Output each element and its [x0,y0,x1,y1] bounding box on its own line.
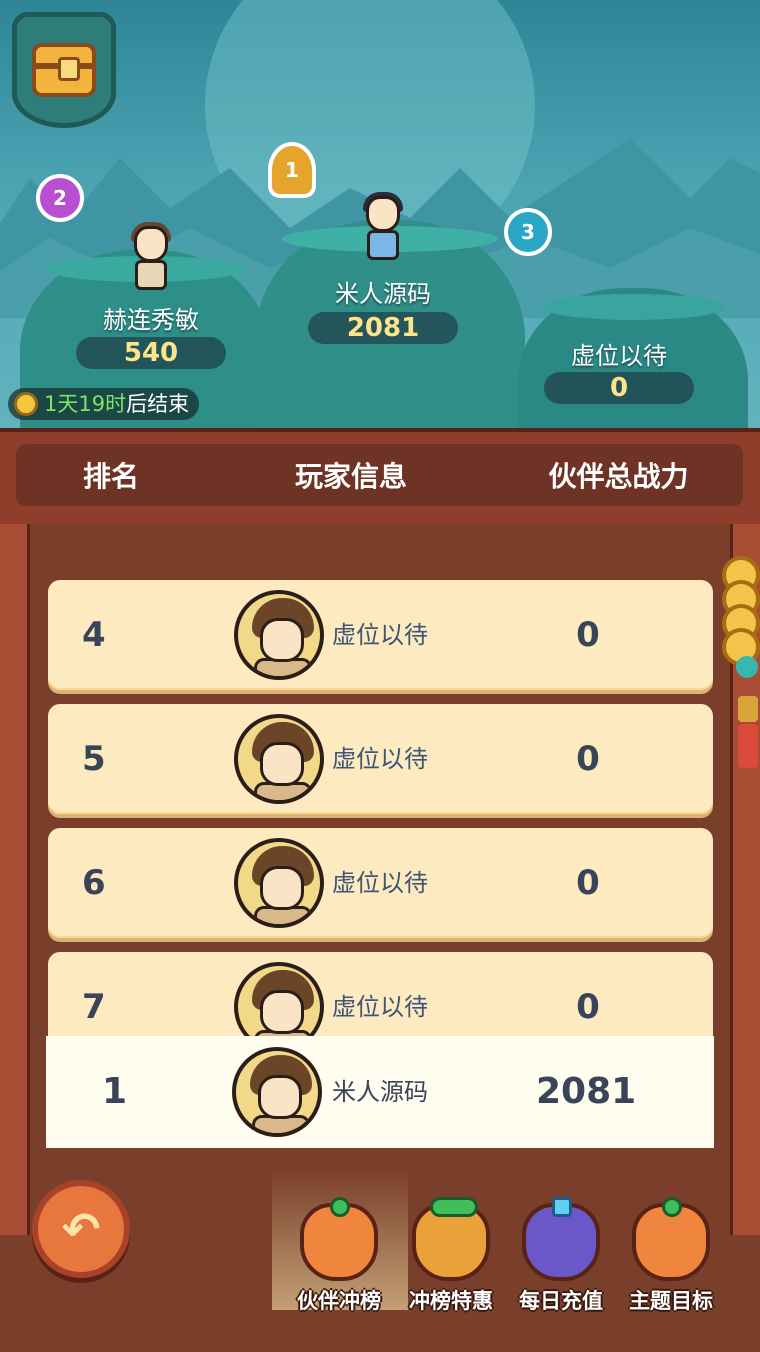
bag-icon [300,1197,378,1281]
tab-label: 伙伴冲榜 [297,1289,381,1313]
first-player-score: 2081 [308,312,458,344]
row-power: 0 [576,615,600,655]
row-player-name: 虚位以待 [332,869,428,897]
my-power: 2081 [536,1071,637,1112]
player-avatar [234,714,324,804]
tab-daily-recharge[interactable]: 每日充值 [506,1195,616,1320]
second-player-character [122,222,178,296]
row-player-name: 虚位以待 [332,745,428,773]
third-player-name: 虚位以待 [571,342,667,370]
rank-2-badge-icon: 2 [36,174,84,222]
tab-ranking-deals[interactable]: 冲榜特惠 [396,1195,506,1320]
tab-label: 冲榜特惠 [409,1289,493,1313]
board-frame-left [0,428,30,1248]
header-rank: 排名 [82,460,139,493]
treasure-chest-icon [32,43,96,97]
table-header: 排名 玩家信息 伙伴总战力 [0,428,760,524]
tab-label: 每日充值 [519,1289,603,1313]
my-avatar [232,1047,322,1137]
header-player-info: 玩家信息 [294,460,407,493]
second-player-name: 赫连秀敏 [103,306,199,334]
row-power: 0 [576,863,600,903]
row-player-name: 虚位以待 [332,621,428,649]
my-rank: 1 [102,1071,128,1112]
ranking-row[interactable]: 4 虚位以待 0 [48,580,713,690]
coin-string-decoration [720,556,760,776]
row-power: 0 [576,739,600,779]
header-total-power: 伙伴总战力 [548,460,689,493]
second-player-score: 540 [76,337,226,369]
back-button[interactable]: ↶ [32,1180,130,1278]
event-countdown: 1天19时后结束 [8,388,200,420]
back-arrow-icon: ↶ [61,1202,101,1256]
row-rank: 6 [82,863,106,903]
first-player-character [354,192,410,266]
my-player-name: 米人源码 [332,1078,428,1106]
jade-bag-icon [412,1197,490,1281]
row-rank: 5 [82,739,106,779]
tab-label: 主题目标 [629,1289,713,1313]
row-rank: 4 [82,615,106,655]
ranking-row[interactable]: 6 虚位以待 0 [48,828,713,938]
board-frame-right [730,428,760,1248]
rank-3-badge-icon: 3 [504,208,552,256]
my-rank-row: 1 米人源码 2081 [46,1036,714,1148]
ranking-row[interactable]: 5 虚位以待 0 [48,704,713,814]
rank-1-badge-icon: 1 [268,142,316,198]
player-avatar [234,590,324,680]
treasure-chest-button[interactable] [12,12,116,128]
player-avatar [234,838,324,928]
podium-scene: 2 1 3 赫连秀敏 540 米人源码 2081 虚位以待 0 1天19时后结束 [0,0,760,428]
tab-theme-goals[interactable]: 主题目标 [616,1195,726,1320]
crystal-bag-icon [522,1197,600,1281]
first-player-name: 米人源码 [335,280,431,308]
bag-icon [632,1197,710,1281]
clock-icon [14,392,38,416]
tab-partner-ranking[interactable]: 伙伴冲榜 [284,1195,394,1320]
third-player-score: 0 [544,372,694,404]
